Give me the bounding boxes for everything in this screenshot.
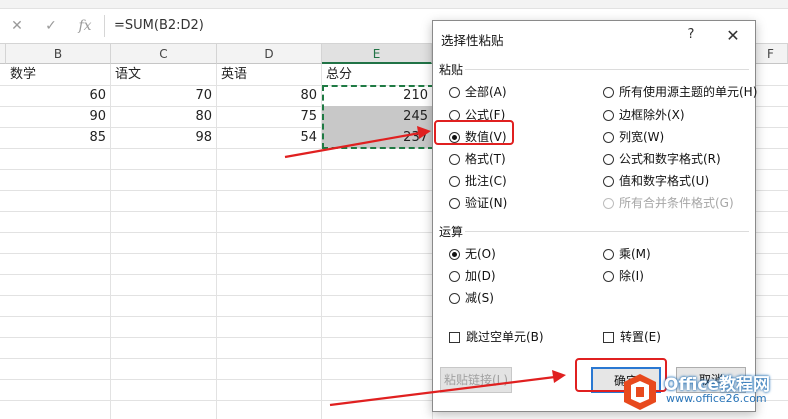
arrow-to-ok-button <box>329 375 556 407</box>
arrow-to-values-option <box>284 131 421 159</box>
watermark: Office教程网 www.office26.com <box>620 368 788 419</box>
arrow-head-icon <box>552 370 566 383</box>
arrow-head-icon <box>417 126 431 139</box>
annotation-arrows <box>284 126 566 407</box>
office-logo-icon <box>624 374 656 410</box>
watermark-url: www.office26.com <box>666 392 767 405</box>
